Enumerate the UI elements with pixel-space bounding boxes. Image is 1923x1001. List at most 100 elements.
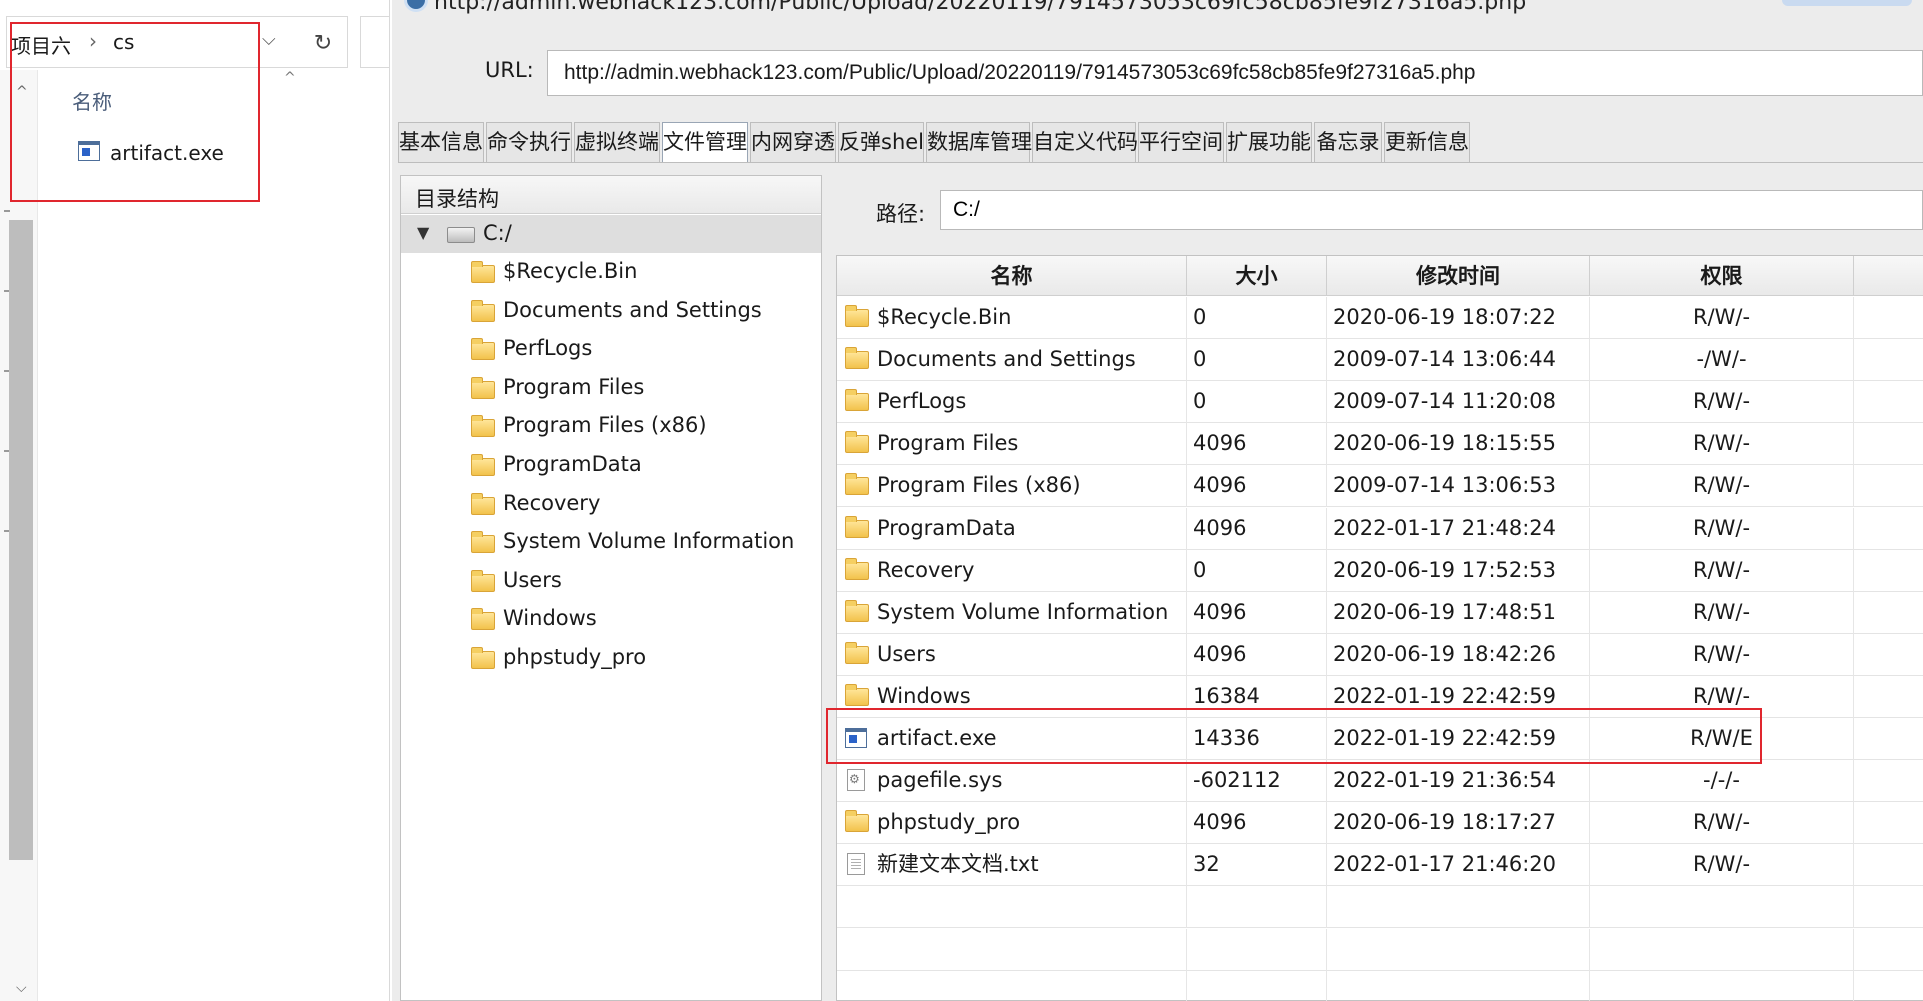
table-row[interactable]: Recovery 0 2020-06-19 17:52:53 R/W/- bbox=[837, 549, 1923, 592]
cell-mtime: 2022-01-17 21:46:20 bbox=[1327, 844, 1590, 887]
expand-caret-icon[interactable]: ▼ bbox=[417, 223, 429, 242]
folder-icon bbox=[471, 569, 495, 592]
chevron-down-icon[interactable]: ⌵ bbox=[262, 29, 276, 50]
table-row[interactable]: Program Files (x86) 4096 2009-07-14 13:06:… bbox=[837, 465, 1923, 508]
cell-name: ProgramData bbox=[877, 515, 1016, 540]
tab-4[interactable]: 内网穿透 bbox=[750, 122, 836, 162]
folder-icon bbox=[471, 299, 495, 322]
cell-empty bbox=[1187, 970, 1327, 1001]
tab-1[interactable]: 命令执行 bbox=[486, 122, 572, 162]
tree-root-node[interactable]: ▼ C:/ bbox=[401, 215, 821, 253]
folder-icon bbox=[845, 473, 869, 496]
cell-extra bbox=[1854, 339, 1923, 381]
tab-5[interactable]: 反弹shell bbox=[838, 122, 930, 162]
tab-0[interactable]: 基本信息 bbox=[398, 122, 484, 162]
cell-extra bbox=[1854, 844, 1923, 886]
column-header-mtime[interactable]: 修改时间 bbox=[1327, 256, 1590, 296]
tab-7[interactable]: 自定义代码 bbox=[1032, 122, 1138, 162]
folder-icon bbox=[845, 347, 869, 370]
tree-item[interactable]: Documents and Settings bbox=[401, 293, 821, 331]
folder-icon bbox=[471, 608, 495, 631]
cell-name: 新建文本文档.txt bbox=[877, 852, 1039, 877]
table-row[interactable]: PerfLogs 0 2009-07-14 11:20:08 R/W/- bbox=[837, 381, 1923, 424]
cell-perm: -/-/- bbox=[1590, 760, 1854, 803]
webshell-window: http://admin.webhack123.com/Public/Uploa… bbox=[392, 0, 1923, 1001]
cell-extra bbox=[1854, 381, 1923, 423]
table-row[interactable]: ProgramData 4096 2022-01-17 21:48:24 R/W/- bbox=[837, 507, 1923, 550]
tab-11[interactable]: 更新信息 bbox=[1384, 122, 1470, 162]
scroll-tick bbox=[4, 210, 10, 212]
cell-extra bbox=[1854, 718, 1923, 760]
cell-mtime: 2020-06-19 18:15:55 bbox=[1327, 423, 1590, 466]
tree-item[interactable]: Recovery bbox=[401, 486, 821, 524]
cell-size: 0 bbox=[1187, 339, 1327, 382]
table-row[interactable]: Users 4096 2020-06-19 18:42:26 R/W/- bbox=[837, 633, 1923, 676]
tree-item[interactable]: System Volume Information bbox=[401, 524, 821, 562]
table-row[interactable]: System Volume Information 4096 2020-06-19 … bbox=[837, 591, 1923, 634]
table-row[interactable]: Documents and Settings 0 2009-07-14 13:06:… bbox=[837, 339, 1923, 382]
table-row bbox=[837, 928, 1923, 971]
tree-item[interactable]: Windows bbox=[401, 601, 821, 639]
tree-item[interactable]: Program Files (x86) bbox=[401, 408, 821, 446]
tree-item[interactable]: ProgramData bbox=[401, 447, 821, 485]
tree-header: 目录结构 bbox=[401, 176, 821, 214]
table-row[interactable]: Program Files 4096 2020-06-19 18:15:55 R/W/… bbox=[837, 423, 1923, 466]
tree-item[interactable]: Program Files bbox=[401, 370, 821, 408]
search-box[interactable] bbox=[360, 16, 390, 68]
column-header-perm[interactable]: 权限 bbox=[1590, 256, 1854, 296]
path-input[interactable] bbox=[940, 190, 1923, 230]
window-control-button[interactable] bbox=[1782, 0, 1912, 6]
cell-name-wrap: Recovery bbox=[837, 549, 1187, 592]
tab-2[interactable]: 虚拟终端 bbox=[574, 122, 660, 162]
app-logo-icon bbox=[404, 0, 428, 12]
tree-title: 目录结构 bbox=[415, 187, 499, 211]
cell-perm: R/W/- bbox=[1590, 549, 1854, 592]
tab-6[interactable]: 数据库管理 bbox=[926, 122, 1032, 162]
tree-item-label: phpstudy_pro bbox=[503, 645, 647, 669]
path-label: 路径: bbox=[876, 202, 926, 226]
tree-item[interactable]: Users bbox=[401, 563, 821, 601]
folder-icon bbox=[845, 683, 869, 706]
tab-3[interactable]: 文件管理 bbox=[662, 122, 748, 162]
table-row[interactable]: 新建文本文档.txt 32 2022-01-17 21:46:20 R/W/- bbox=[837, 844, 1923, 887]
column-header-size[interactable]: 大小 bbox=[1187, 256, 1327, 296]
tree-item[interactable]: $Recycle.Bin bbox=[401, 254, 821, 292]
cell-empty bbox=[1187, 886, 1327, 929]
table-row[interactable]: phpstudy_pro 4096 2020-06-19 18:17:27 R/W/- bbox=[837, 802, 1923, 845]
cell-extra bbox=[1854, 760, 1923, 802]
url-input[interactable] bbox=[547, 50, 1923, 96]
vertical-scrollbar[interactable]: ^ ⌵ bbox=[0, 70, 38, 1001]
title-bar: http://admin.webhack123.com/Public/Uploa… bbox=[392, 0, 1923, 22]
cell-perm: R/W/- bbox=[1590, 507, 1854, 550]
column-header-name[interactable]: 名称 bbox=[837, 256, 1187, 296]
tree-item[interactable]: phpstudy_pro bbox=[401, 640, 821, 678]
scroll-down-icon[interactable]: ⌵ bbox=[16, 980, 27, 996]
cell-mtime: 2009-07-14 13:06:53 bbox=[1327, 465, 1590, 508]
table-row[interactable]: $Recycle.Bin 0 2020-06-19 18:07:22 R/W/- bbox=[837, 297, 1923, 339]
cell-size: 0 bbox=[1187, 297, 1327, 339]
tab-8[interactable]: 平行空间 bbox=[1138, 122, 1224, 162]
cell-extra bbox=[1854, 971, 1923, 1001]
scroll-thumb[interactable] bbox=[9, 220, 33, 860]
folder-icon bbox=[471, 376, 495, 399]
refresh-icon[interactable]: ↻ bbox=[299, 29, 347, 59]
sort-caret-icon[interactable]: ^ bbox=[284, 70, 296, 86]
cell-perm: R/W/- bbox=[1590, 633, 1854, 676]
tree-item[interactable]: PerfLogs bbox=[401, 331, 821, 369]
cell-mtime: 2022-01-19 21:36:54 bbox=[1327, 760, 1590, 803]
cell-size: 4096 bbox=[1187, 802, 1327, 845]
cell-extra bbox=[1854, 508, 1923, 550]
window-title: http://admin.webhack123.com/Public/Uploa… bbox=[434, 0, 1527, 15]
drive-icon bbox=[447, 227, 475, 243]
cell-name: System Volume Information bbox=[877, 599, 1169, 624]
tab-10[interactable]: 备忘录 bbox=[1314, 122, 1382, 162]
table-row[interactable]: pagefile.sys -6021122022-01-19 21:36:54-/… bbox=[837, 760, 1923, 803]
cell-empty bbox=[1590, 970, 1854, 1001]
cell-empty bbox=[837, 970, 1187, 1001]
cell-size: 4096 bbox=[1187, 423, 1327, 466]
cell-mtime: 2009-07-14 13:06:44 bbox=[1327, 339, 1590, 382]
cell-name-wrap: System Volume Information bbox=[837, 591, 1187, 634]
highlight-box bbox=[826, 708, 1762, 764]
cell-empty bbox=[837, 886, 1187, 929]
tab-9[interactable]: 扩展功能 bbox=[1226, 122, 1312, 162]
